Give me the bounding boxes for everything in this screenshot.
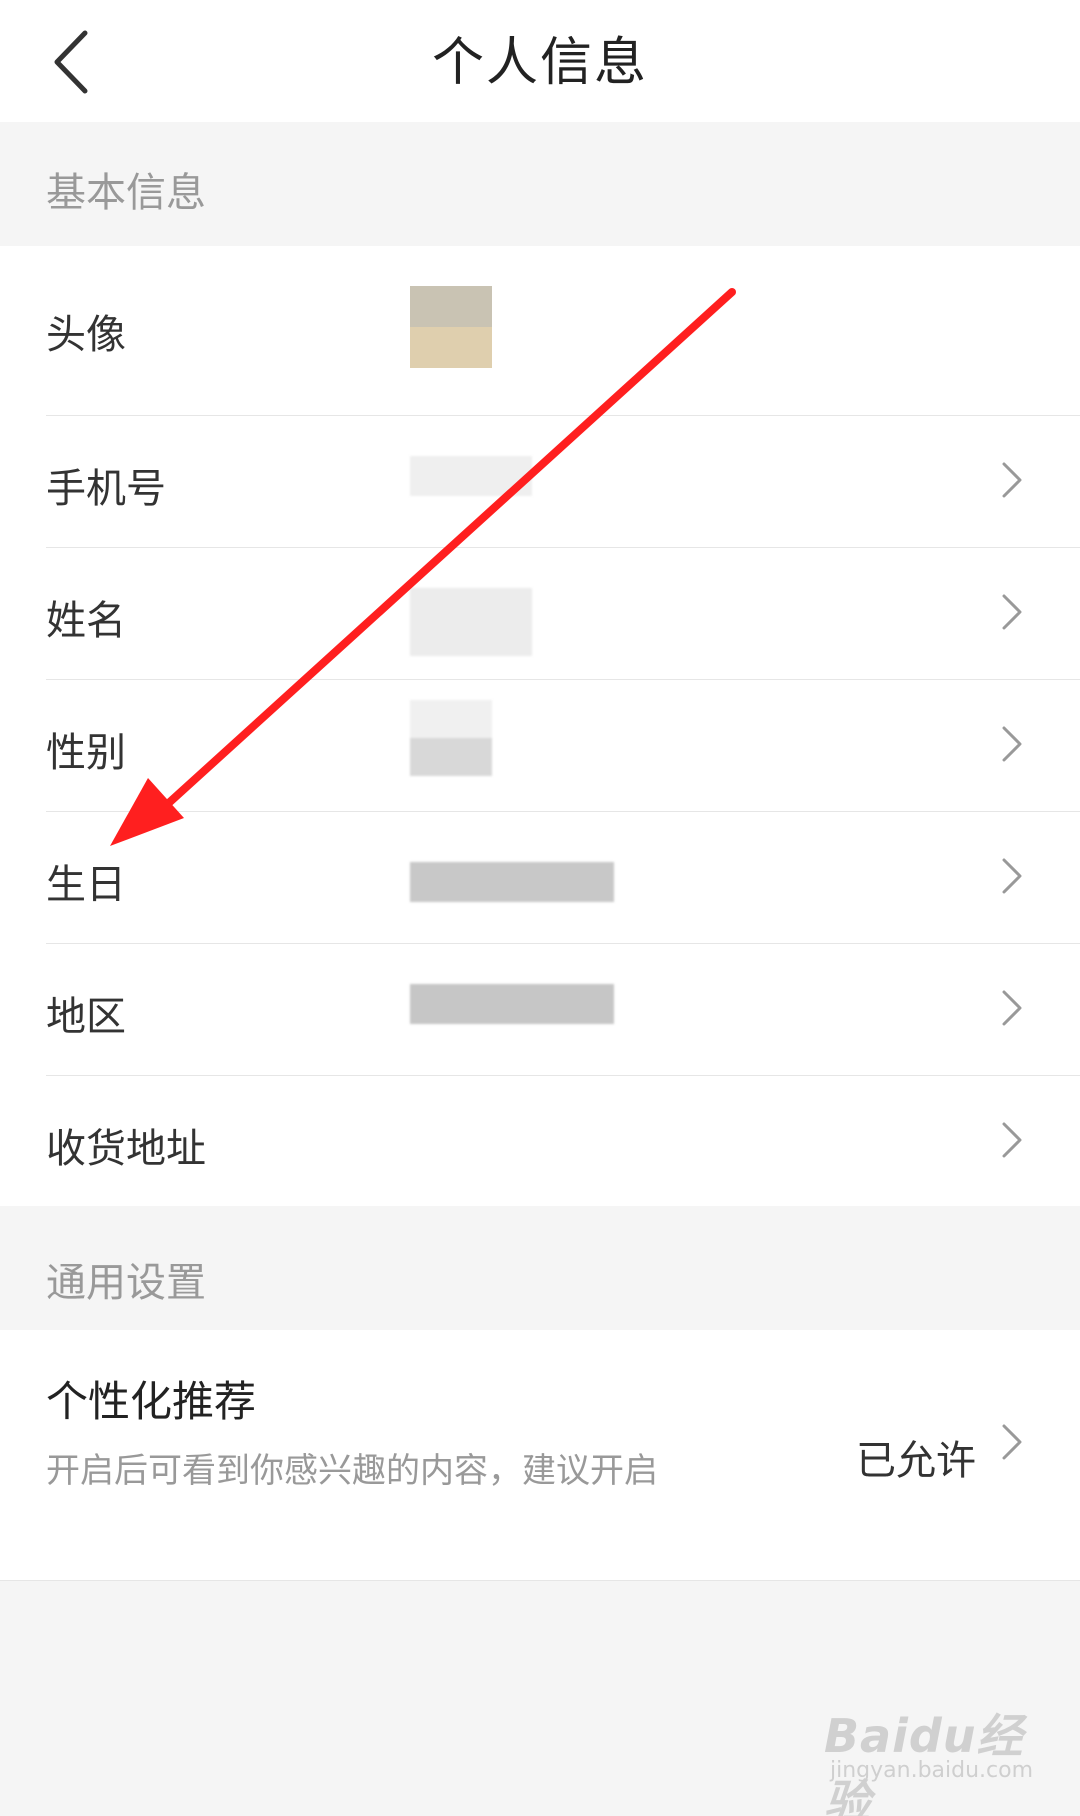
row-gender[interactable]: 性别 [0,680,1080,812]
recommendation-status: 已允许 [856,1438,976,1484]
row-region[interactable]: 地区 [0,944,1080,1076]
row-birthday[interactable]: 生日 [0,812,1080,944]
address-label: 收货地址 [46,1126,206,1172]
chevron-right-icon [1002,1424,1022,1460]
phone-label: 手机号 [46,466,166,512]
basic-info-group: 头像 手机号 姓名 性别 生日 地区 收货地址 [0,246,1080,1206]
region-value-redacted [410,984,614,1024]
gender-label: 性别 [46,730,126,776]
row-name[interactable]: 姓名 [0,548,1080,680]
chevron-right-icon [1002,462,1022,498]
birthday-value-redacted [410,862,614,902]
recommendation-title: 个性化推荐 [46,1377,257,1426]
row-address[interactable]: 收货地址 [0,1076,1080,1206]
region-label: 地区 [46,994,126,1040]
chevron-right-icon [1002,726,1022,762]
page-title: 个人信息 [431,33,648,93]
gender-value-redacted [410,700,492,776]
name-value-redacted [410,588,532,656]
phone-value-redacted [410,456,532,496]
watermark-site: jingyan.baidu.com [830,1758,1034,1783]
chevron-right-icon [1002,594,1022,630]
row-avatar[interactable]: 头像 [0,246,1080,416]
row-phone[interactable]: 手机号 [0,416,1080,548]
name-label: 姓名 [46,598,126,644]
baidu-jingyan-watermark: Baidu经验 jingyan.baidu.com [824,1700,1054,1816]
section-header-basic: 基本信息 [0,122,1080,246]
section-title-basic: 基本信息 [46,170,206,216]
section-title-general: 通用设置 [46,1260,206,1306]
avatar[interactable] [410,286,492,368]
chevron-right-icon [1002,858,1022,894]
chevron-right-icon [1002,990,1022,1026]
chevron-right-icon [1002,1122,1022,1158]
birthday-label: 生日 [46,862,126,908]
navigation-bar: 个人信息 [0,0,1080,122]
divider [0,1580,1080,1581]
recommendation-description: 开启后可看到你感兴趣的内容，建议开启 [46,1451,658,1491]
avatar-label: 头像 [46,312,126,358]
section-header-general: 通用设置 [0,1206,1080,1330]
